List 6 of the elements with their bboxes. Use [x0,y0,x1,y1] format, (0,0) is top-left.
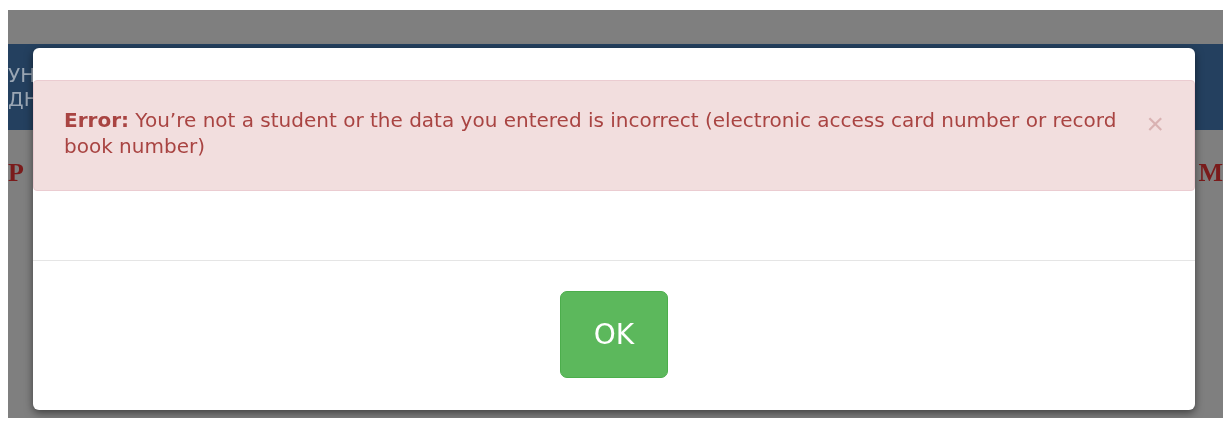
page-heading: М [1198,158,1223,188]
page-heading: Р [8,158,24,188]
ok-button[interactable]: OK [560,291,668,378]
close-button[interactable]: × [1146,109,1164,139]
header-text: УН [8,64,37,86]
error-message: Error: You’re not a student or the data you entered is incorrect (electronic access card number or record book number) [64,107,1118,159]
